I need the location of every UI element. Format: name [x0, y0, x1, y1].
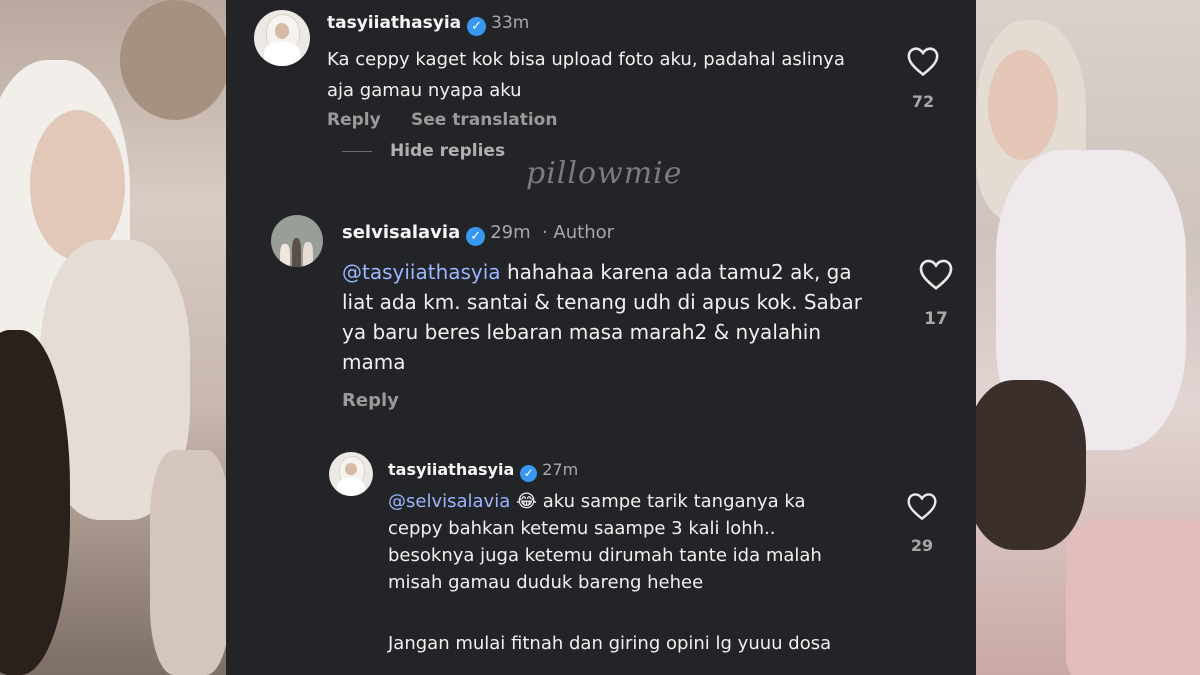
comment-text-continued: Jangan mulai fitnah dan giring opini lg …: [388, 633, 832, 654]
avatar[interactable]: [329, 452, 373, 496]
username-text[interactable]: tasyiiathasyia: [388, 460, 514, 479]
mention-link[interactable]: @selvisalavia: [388, 491, 510, 512]
comment-time: 27m: [542, 460, 579, 479]
emoji: 😂: [515, 491, 538, 512]
like-count: 29: [910, 536, 934, 555]
comment-3: tasyiiathasyia ✓ 27m @selvisalavia 😂 aku s…: [226, 0, 976, 675]
like-heart-icon[interactable]: [906, 491, 938, 521]
comments-panel[interactable]: pillowmie tasyiiathasyia ✓ 33m Ka ceppy ka…: [226, 0, 976, 675]
background-photo-right: [976, 0, 1200, 675]
comment-username[interactable]: tasyiiathasyia ✓ 27m: [388, 460, 578, 482]
comment-text: @selvisalavia 😂 aku sampe tarik tanganya…: [388, 488, 863, 596]
verified-badge-icon: ✓: [520, 465, 538, 482]
background-photo-left: [0, 0, 226, 675]
